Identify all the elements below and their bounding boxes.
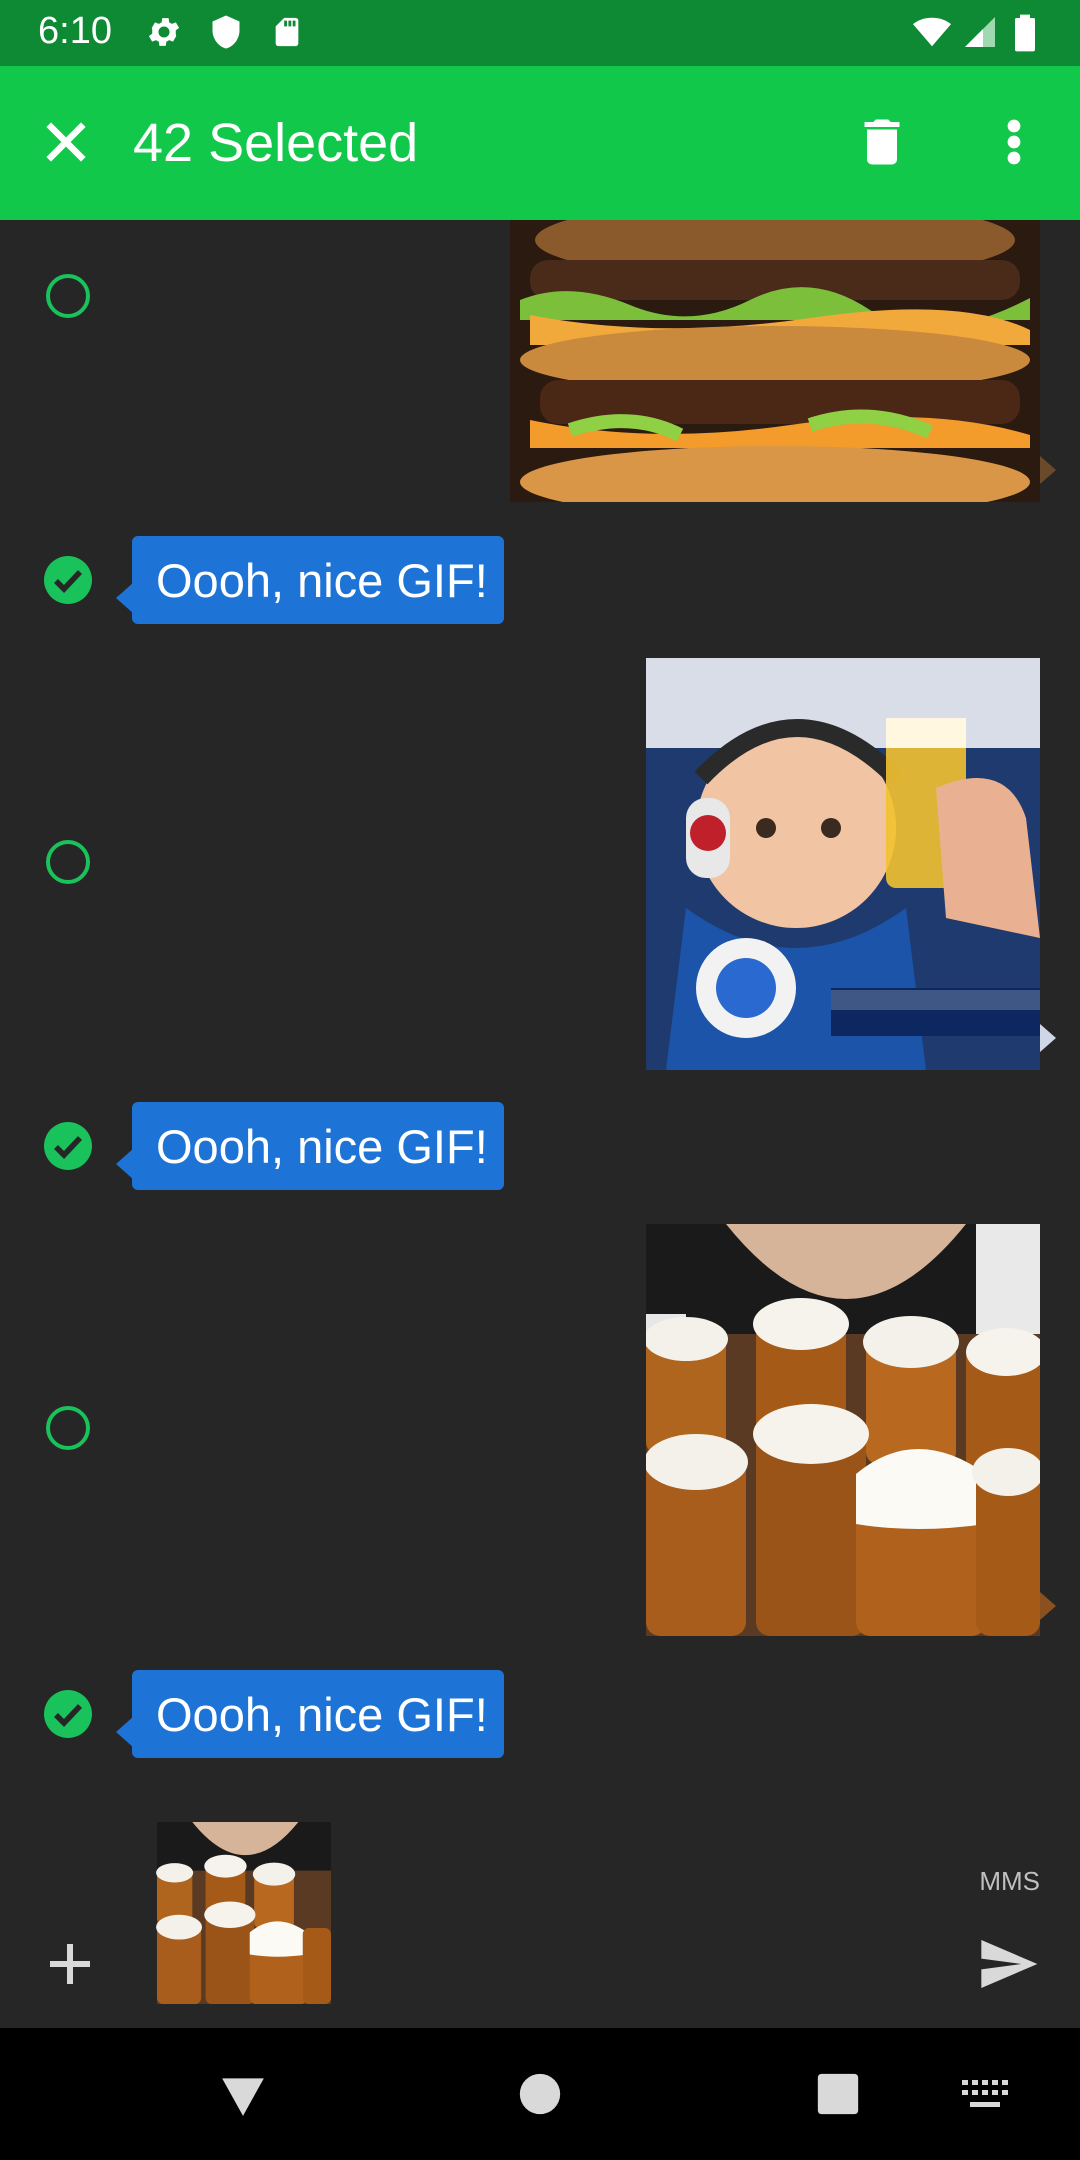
status-time: 6:10 — [38, 10, 112, 52]
wifi-icon — [910, 13, 954, 56]
message-bubble[interactable]: Oooh, nice GIF! — [132, 1102, 504, 1190]
unselected-circle-icon[interactable] — [46, 840, 90, 884]
keyboard-icon — [962, 2080, 1008, 2107]
home-button[interactable] — [518, 2072, 562, 2116]
message-text: Oooh, nice GIF! — [156, 553, 488, 607]
send-icon — [981, 1940, 1038, 1988]
close-icon — [46, 122, 86, 162]
selected-check-icon[interactable] — [44, 1690, 92, 1738]
burger-gif-image[interactable] — [510, 220, 1040, 502]
keyboard-button[interactable] — [962, 2080, 1008, 2110]
more-vert-icon — [1007, 119, 1021, 165]
send-button[interactable] — [976, 1932, 1040, 1996]
message-bubble[interactable]: Oooh, nice GIF! — [132, 1670, 504, 1758]
attachment-thumbnail[interactable] — [152, 1822, 336, 2004]
back-icon — [222, 2078, 264, 2116]
image-tail — [1040, 456, 1056, 484]
recents-icon — [817, 2073, 859, 2115]
cell-signal-icon — [962, 13, 998, 56]
sd-card-icon — [270, 13, 304, 56]
shield-icon — [208, 13, 244, 56]
close-button[interactable] — [36, 112, 96, 172]
home-icon — [519, 2073, 561, 2115]
message-text: Oooh, nice GIF! — [156, 1119, 488, 1173]
unselected-circle-icon[interactable] — [46, 1406, 90, 1450]
plus-icon — [50, 1944, 90, 1984]
image-tail — [1040, 1592, 1056, 1620]
recents-button[interactable] — [816, 2072, 860, 2116]
message-text: Oooh, nice GIF! — [156, 1687, 488, 1741]
selection-toolbar: 42 Selected — [0, 66, 1080, 220]
message-list[interactable]: Oooh, nice GIF! Oooh, nice GIF! Oooh, ni… — [0, 220, 1080, 1840]
navigation-bar — [0, 2028, 1080, 2160]
screen: 6:10 42 Selected Oooh, nice GIF! Oooh, n… — [0, 0, 1080, 2160]
unselected-circle-icon[interactable] — [46, 274, 90, 318]
baby-beer-gif-image[interactable] — [646, 658, 1040, 1070]
mms-label: MMS — [979, 1866, 1040, 1896]
selected-check-icon[interactable] — [44, 1122, 92, 1170]
overflow-menu-button[interactable] — [990, 110, 1038, 174]
status-bar: 6:10 — [0, 0, 1080, 66]
compose-bar: MMS — [0, 1800, 1080, 2028]
back-button[interactable] — [218, 2070, 268, 2120]
selection-count-title: 42 Selected — [133, 113, 419, 173]
trash-icon — [864, 119, 900, 165]
selected-check-icon[interactable] — [44, 556, 92, 604]
beer-mugs-gif-image[interactable] — [646, 1224, 1040, 1636]
gear-icon — [145, 13, 183, 56]
image-tail — [1040, 1024, 1056, 1052]
add-attachment-button[interactable] — [40, 1934, 100, 1994]
message-bubble[interactable]: Oooh, nice GIF! — [132, 536, 504, 624]
battery-icon — [1012, 13, 1038, 58]
delete-button[interactable] — [852, 110, 912, 174]
